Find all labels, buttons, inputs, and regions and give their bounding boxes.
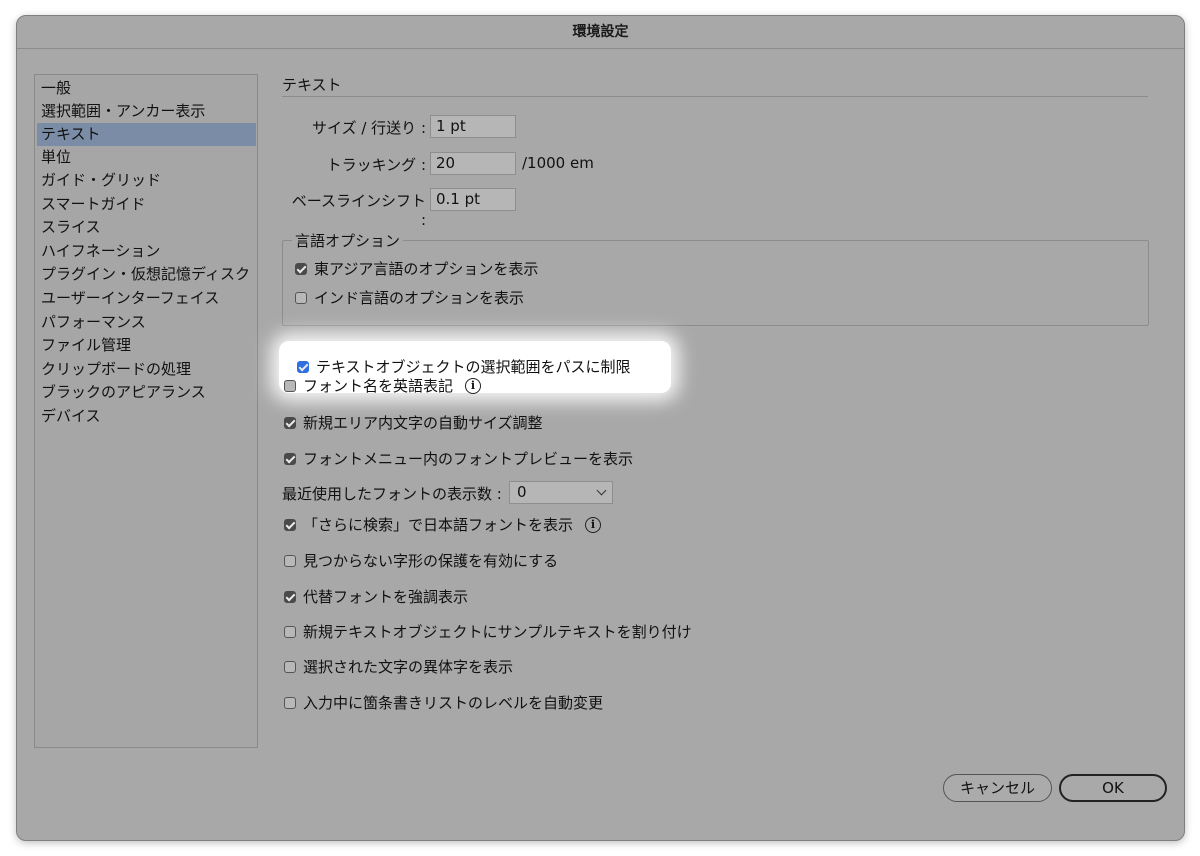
checkbox-auto-list-level[interactable]: 入力中に箇条書きリストのレベルを自動変更 [284,692,603,714]
sidebar-item-guides-grid[interactable]: ガイド・グリッド [35,169,257,192]
size-leading-input[interactable]: 1 pt [430,115,516,138]
tracking-input[interactable]: 20 [430,152,516,175]
info-icon[interactable]: i [465,377,482,394]
sidebar-item-plugins-scratch-disks[interactable]: プラグイン・仮想記憶ディスク [35,263,257,286]
checkbox-font-names-english[interactable]: フォント名を英語表記 i [284,375,482,397]
checkbox-label: フォントメニュー内のフォントプレビューを表示 [303,450,634,468]
checkbox-checked-icon[interactable] [284,416,296,429]
ok-button[interactable]: OK [1059,774,1167,802]
checkbox-unchecked-icon[interactable] [284,625,296,638]
category-list: 一般 選択範囲・アンカー表示 テキスト 単位 ガイド・グリッド スマートガイド … [34,74,258,748]
sidebar-item-black-appearance[interactable]: ブラックのアピアランス [35,381,257,404]
checkbox-label: 新規テキストオブジェクトにサンプルテキストを割り付け [303,623,692,641]
checkbox-label: 東アジア言語のオプションを表示 [314,260,539,278]
checkbox-label: 代替フォントを強調表示 [303,588,469,606]
sidebar-item-file-handling[interactable]: ファイル管理 [35,334,257,357]
checkbox-east-asian-options[interactable]: 東アジア言語のオプションを表示 [295,258,538,280]
sidebar-item-hyphenation[interactable]: ハイフネーション [35,240,257,263]
checkbox-label: 入力中に箇条書きリストのレベルを自動変更 [303,694,604,712]
recent-fonts-value: 0 [517,483,527,501]
preferences-dialog: 環境設定 一般 選択範囲・アンカー表示 テキスト 単位 ガイド・グリッド スマー… [16,15,1185,841]
checkbox-label: フォント名を英語表記 [303,377,454,395]
checkbox-show-alternate-glyphs[interactable]: 選択された文字の異体字を表示 [284,656,513,678]
info-icon[interactable]: i [585,516,602,533]
dialog-title: 環境設定 [17,16,1184,49]
checkbox-label: 選択された文字の異体字を表示 [303,658,514,676]
checkbox-unchecked-icon[interactable] [284,379,296,392]
sidebar-item-slices[interactable]: スライス [35,216,257,239]
sidebar-item-units[interactable]: 単位 [35,146,257,169]
sidebar-item-clipboard[interactable]: クリップボードの処理 [35,358,257,381]
checkbox-checked-icon[interactable] [297,360,309,373]
chevron-down-icon [596,485,607,496]
checkbox-auto-size-area-type[interactable]: 新規エリア内文字の自動サイズ調整 [284,412,543,434]
checkbox-font-preview[interactable]: フォントメニュー内のフォントプレビューを表示 [284,448,633,470]
checkbox-indic-options[interactable]: インド言語のオプションを表示 [295,287,524,309]
checkbox-unchecked-icon[interactable] [284,554,296,567]
sidebar-item-text[interactable]: テキスト [37,123,256,146]
checkbox-checked-icon[interactable] [295,262,307,275]
baseline-shift-input[interactable]: 0.1 pt [430,188,516,211]
checkbox-label: 見つからない字形の保護を有効にする [303,552,559,570]
recent-fonts-select[interactable]: 0 [509,481,613,504]
checkbox-highlight-substituted-fonts[interactable]: 代替フォントを強調表示 [284,586,468,608]
baseline-shift-label: ベースラインシフト : [291,192,426,229]
checkbox-unchecked-icon[interactable] [284,660,296,673]
language-options-title: 言語オプション [292,230,404,251]
checkbox-japanese-fonts-find-more[interactable]: 「さらに検索」で日本語フォントを表示 i [284,514,602,536]
checkbox-checked-icon[interactable] [284,590,296,603]
sidebar-item-smart-guides[interactable]: スマートガイド [35,193,257,216]
language-options-group [282,240,1149,326]
cancel-button[interactable]: キャンセル [943,774,1052,802]
checkbox-checked-icon[interactable] [284,518,296,531]
checkbox-label: テキストオブジェクトの選択範囲をパスに制限 [316,358,631,376]
recent-fonts-label: 最近使用したフォントの表示数 : [282,485,502,503]
section-divider [282,96,1148,97]
checkbox-fill-placeholder-text[interactable]: 新規テキストオブジェクトにサンプルテキストを割り付け [284,621,692,643]
checkbox-checked-icon[interactable] [284,452,296,465]
tracking-unit: /1000 em [522,154,594,172]
sidebar-item-performance[interactable]: パフォーマンス [35,311,257,334]
checkbox-unchecked-icon[interactable] [295,291,307,304]
sidebar-item-selection-anchor[interactable]: 選択範囲・アンカー表示 [35,100,257,123]
sidebar-item-general[interactable]: 一般 [35,77,257,100]
sidebar-item-devices[interactable]: デバイス [35,405,257,428]
checkbox-label: 「さらに検索」で日本語フォントを表示 [303,516,574,534]
checkbox-missing-glyph-protection[interactable]: 見つからない字形の保護を有効にする [284,550,558,572]
checkbox-unchecked-icon[interactable] [284,696,296,709]
tracking-label: トラッキング : [326,156,426,174]
sidebar-item-user-interface[interactable]: ユーザーインターフェイス [35,287,257,310]
size-leading-label: サイズ / 行送り : [312,119,426,137]
checkbox-label: インド言語のオプションを表示 [314,289,525,307]
checkbox-label: 新規エリア内文字の自動サイズ調整 [303,414,543,432]
section-title: テキスト [282,76,342,94]
